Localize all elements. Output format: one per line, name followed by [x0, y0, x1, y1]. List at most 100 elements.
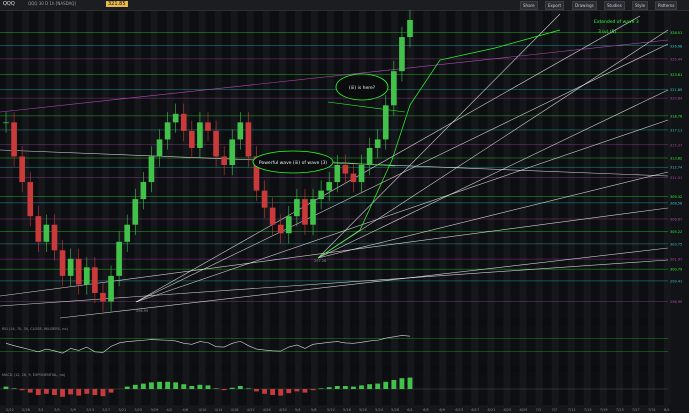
grid-band	[455, 11, 463, 405]
price-level-label: 301.97	[670, 258, 682, 262]
grid-band	[583, 11, 591, 405]
candle-body	[318, 190, 324, 200]
macd-bar	[326, 387, 332, 389]
x-tick-label: 4/14	[215, 408, 224, 412]
candle-body	[51, 224, 58, 251]
candle-body	[326, 182, 333, 191]
grid-band	[54, 11, 62, 405]
x-tick-label: 7/23	[616, 408, 624, 412]
grid-band	[86, 11, 94, 405]
price-level-label: 326.98	[670, 44, 682, 48]
price-level-label: 315.37	[670, 143, 682, 147]
price-level-label: 325.44	[670, 57, 683, 61]
macd-bar	[68, 389, 74, 395]
macd-bar	[375, 383, 381, 389]
price-axis	[668, 11, 689, 413]
x-tick-label: 7/15	[584, 408, 592, 412]
candle-body	[140, 182, 147, 200]
macd-bar	[165, 381, 171, 389]
price-level-label: 306.67	[670, 217, 682, 221]
candle-body	[100, 292, 106, 302]
candle-body	[156, 139, 163, 157]
macd-bar	[173, 382, 179, 389]
price-level-label: 305.22	[670, 230, 682, 234]
x-tick-label: 4/30	[279, 408, 287, 412]
x-tick-label: 5/28	[391, 408, 399, 412]
price-level-label: 299.41	[670, 279, 682, 283]
candle-body	[221, 156, 227, 165]
price-level-label: 312.74	[670, 166, 683, 170]
candle-body	[67, 258, 74, 276]
candle-body	[391, 71, 397, 106]
price-level-label: 303.75	[670, 242, 682, 246]
grid-band	[567, 11, 575, 405]
x-tick-label: 7/19	[600, 408, 608, 412]
grid-band	[38, 11, 46, 405]
candle-body	[59, 250, 66, 276]
macd-bar	[351, 386, 356, 389]
macd-bar	[213, 388, 219, 389]
price-level-label: 311.51	[670, 176, 682, 180]
candle-body	[19, 156, 25, 183]
candle-body	[399, 37, 405, 72]
x-tick-label: 3/9	[70, 408, 76, 412]
grid-band	[262, 11, 270, 405]
candle-body	[148, 156, 155, 183]
candle-body	[334, 165, 341, 183]
macd-bar	[157, 381, 162, 389]
grid-band	[214, 11, 222, 405]
macd-bar	[3, 386, 9, 389]
x-tick-label: 7/27	[632, 408, 640, 412]
price-level-label: 323.61	[670, 73, 682, 77]
price-level-label: 321.85	[670, 88, 682, 92]
macd-bar	[302, 389, 308, 393]
low-label-2: 297.26	[314, 259, 326, 263]
chart-workspace: QQQ QQQ 30 D 1h [NASDAQ] 321.85 Share Ex…	[0, 0, 689, 413]
candle-body	[124, 224, 131, 242]
macd-bar	[100, 389, 106, 397]
price-level-label: 308.56	[670, 201, 682, 205]
macd-bar	[383, 381, 389, 389]
candle-body	[11, 122, 17, 157]
callout-powerful-text: Powerful wave (iii) of wave (3)	[259, 160, 327, 166]
candle-body	[277, 224, 284, 234]
macd-bar	[294, 389, 300, 392]
candle-body	[3, 122, 9, 124]
x-tick-label: 7/31	[648, 408, 656, 412]
x-tick-label: 6/5	[423, 408, 429, 412]
x-tick-label: 3/5	[54, 408, 60, 412]
macd-bar	[205, 385, 211, 389]
macd-bar	[76, 389, 82, 396]
x-tick-label: 7/3	[536, 408, 542, 412]
macd-bar	[270, 389, 276, 395]
macd-bar	[262, 389, 267, 394]
macd-bar	[140, 383, 146, 389]
grid-band	[375, 11, 383, 405]
x-tick-label: 3/29	[150, 408, 158, 412]
candle-body	[108, 275, 114, 302]
main-chart-svg[interactable]: 328.51 326.98 325.44 323.61 321.85 320.84 318.…	[0, 0, 689, 413]
macd-bar	[359, 385, 364, 389]
x-tick-label: 5/4	[295, 408, 301, 412]
grid-band	[182, 11, 190, 405]
candle-body	[229, 139, 236, 165]
x-tick-label: 6/25	[504, 408, 512, 412]
x-tick-label: 5/20	[359, 408, 367, 412]
macd-title: MACD (12, 26, 9, EXPONENTIAL, no)	[2, 373, 66, 377]
macd-bar	[84, 389, 90, 394]
grid-band	[246, 11, 254, 405]
macd-bar	[334, 386, 340, 389]
grid-band	[487, 11, 495, 405]
macd-bar	[92, 389, 98, 395]
grid-band	[471, 11, 479, 405]
macd-bar	[43, 389, 49, 394]
candle-body	[172, 113, 179, 123]
grid-band	[150, 11, 158, 405]
x-tick-label: 6/29	[520, 408, 528, 412]
grid-band	[70, 11, 78, 405]
candle-body	[92, 267, 98, 293]
candle-body	[342, 165, 349, 174]
candle-body	[75, 258, 82, 285]
grid-band	[343, 11, 351, 405]
macd-bar	[11, 388, 17, 389]
